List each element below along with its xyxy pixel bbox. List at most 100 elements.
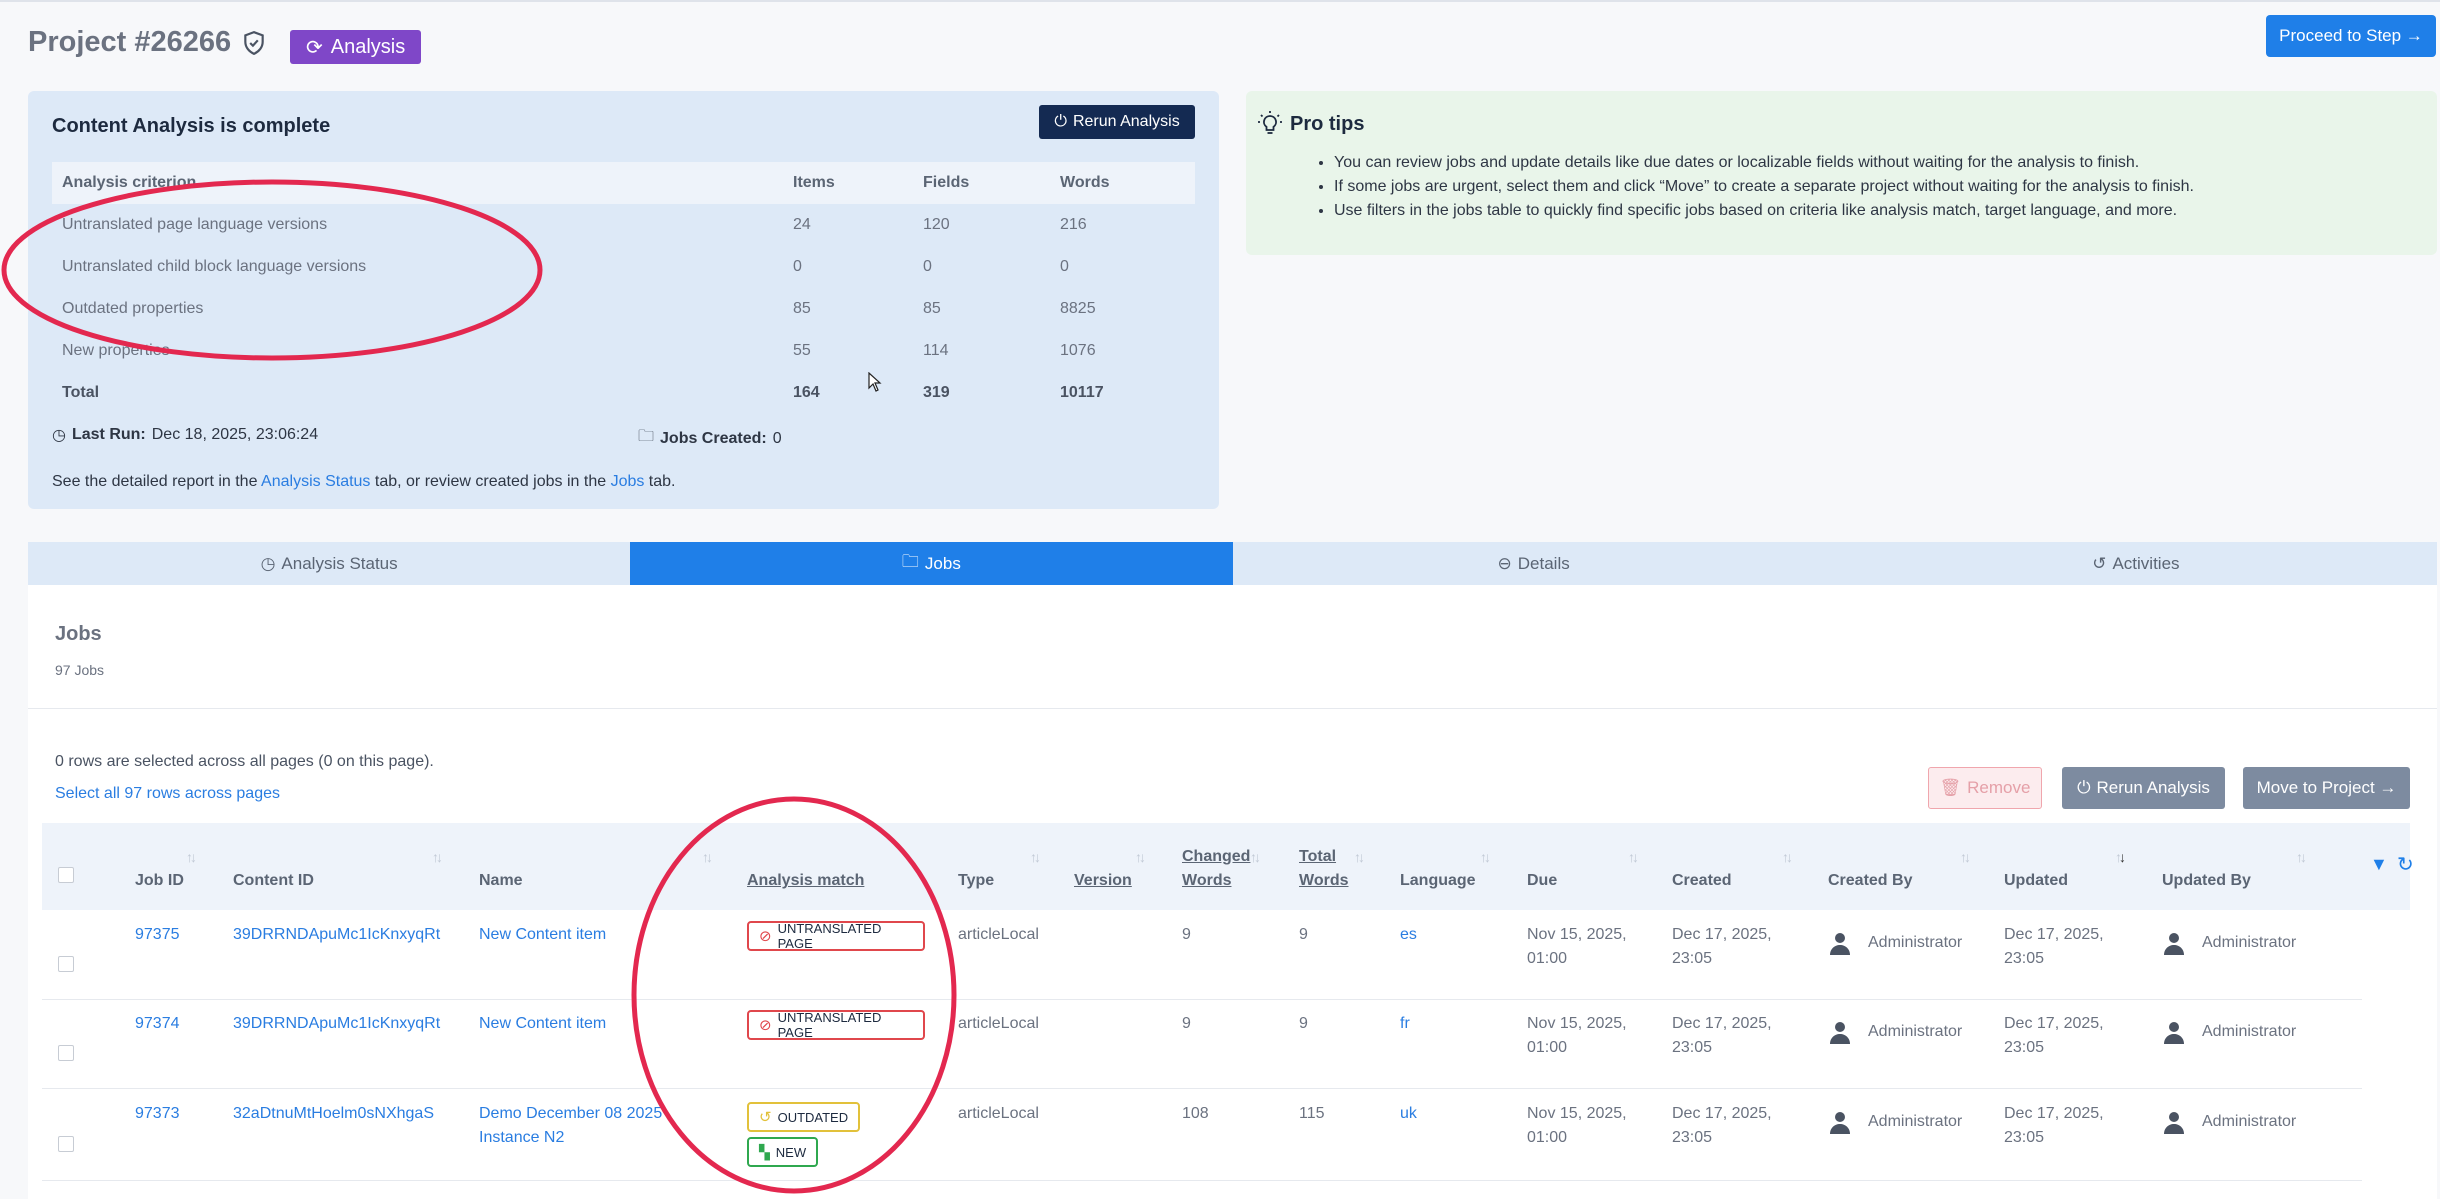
move-to-project-button[interactable]: Move to Project →	[2243, 767, 2410, 809]
updated-by-cell: Administrator	[2162, 1020, 2296, 1044]
sort-icon[interactable]: ↑↓	[1135, 849, 1146, 865]
table-row[interactable]: 97373 32aDtnuMtHoelm0sNXhgaS Demo Decemb…	[42, 1089, 2362, 1181]
user-icon	[2164, 1112, 2184, 1134]
analysis-criteria-table: Analysis criterion Items Fields Words Un…	[52, 162, 1195, 414]
jobs-count: 97 Jobs	[55, 662, 105, 678]
power-icon: ⏻	[2077, 778, 2091, 797]
sort-desc-icon[interactable]: ↑↓	[2115, 849, 2126, 865]
remove-label: Remove	[1967, 778, 2031, 797]
row-checkbox[interactable]	[58, 956, 74, 972]
tab-analysis-status[interactable]: ◷ Analysis Status	[28, 542, 630, 585]
updated-cell: Dec 17, 2025, 23:05	[2004, 1102, 2104, 1150]
sort-icon[interactable]: ↑↓	[1782, 849, 1793, 865]
language-link[interactable]: es	[1400, 923, 1417, 947]
sort-icon[interactable]: ↑↓	[702, 849, 713, 865]
selection-info: 0 rows are selected across all pages (0 …	[55, 753, 434, 770]
created-time: 23:05	[1672, 950, 1713, 967]
analysis-status-link[interactable]: Analysis Status	[261, 473, 370, 490]
fields-cell: 114	[923, 342, 949, 359]
col-changed-words[interactable]: Changed Words	[1182, 845, 1250, 893]
sort-icon[interactable]: ↑↓	[1628, 849, 1639, 865]
col-language[interactable]: Language	[1400, 869, 1476, 893]
col-version[interactable]: Version	[1074, 869, 1132, 893]
rerun-analysis-jobs-button[interactable]: ⏻ Rerun Analysis	[2062, 767, 2225, 809]
due-time: 01:00	[1527, 1129, 1568, 1146]
jobs-created-info: 🗀 Jobs Created: 0	[638, 425, 782, 452]
col-created-by[interactable]: Created By	[1828, 869, 1912, 893]
criterion-cell: Untranslated page language versions	[62, 216, 328, 233]
job-id-link[interactable]: 97374	[135, 1012, 180, 1036]
col-total-words[interactable]: Total Words	[1299, 845, 1348, 893]
table-row[interactable]: 97374 39DRRNDApuMc1IcKnxyqRt New Content…	[42, 1000, 2362, 1089]
remove-button[interactable]: 🗑 Remove	[1928, 767, 2042, 809]
col-type[interactable]: Type	[958, 869, 994, 893]
content-id-link[interactable]: 39DRRNDApuMc1IcKnxyqRt	[233, 923, 440, 947]
tab-jobs[interactable]: 🗀 Jobs	[630, 542, 1233, 585]
changed-words-cell: 9	[1182, 1015, 1191, 1032]
criterion-cell: Outdated properties	[62, 300, 204, 317]
language-link[interactable]: uk	[1400, 1102, 1417, 1126]
status-badge-label: Analysis	[330, 35, 406, 58]
tip-item: Use filters in the jobs table to quickly…	[1334, 199, 2194, 223]
select-all-checkbox[interactable]	[58, 867, 74, 883]
sort-icon[interactable]: ↑↓	[1354, 849, 1365, 865]
jobs-link[interactable]: Jobs	[611, 473, 645, 490]
col-job-id[interactable]: Job ID	[135, 869, 184, 893]
type-cell: articleLocal	[958, 1015, 1039, 1032]
col-changed-words-line2: Words	[1182, 872, 1232, 889]
jobs-title: Jobs	[55, 623, 102, 645]
col-updated[interactable]: Updated	[2004, 869, 2068, 893]
job-name-link[interactable]: Demo December 08 2025 Instance N2	[479, 1102, 662, 1150]
job-id-link[interactable]: 97375	[135, 923, 180, 947]
sort-icon[interactable]: ↑↓	[1960, 849, 1971, 865]
pro-tips-card: Pro tips You can review jobs and update …	[1246, 91, 2437, 255]
user-icon	[1830, 1022, 1850, 1044]
row-checkbox[interactable]	[58, 1045, 74, 1061]
select-all-link[interactable]: Select all 97 rows across pages	[55, 785, 280, 803]
content-id-link[interactable]: 32aDtnuMtHoelm0sNXhgaS	[233, 1102, 434, 1126]
fields-cell: 319	[923, 384, 950, 401]
job-name-line2: Instance N2	[479, 1129, 565, 1146]
due-time: 01:00	[1527, 950, 1568, 967]
col-analysis-match[interactable]: Analysis match	[747, 869, 864, 893]
proceed-to-step-button[interactable]: Proceed to Step →	[2266, 15, 2436, 57]
job-name-link[interactable]: New Content item	[479, 1012, 606, 1036]
col-due[interactable]: Due	[1527, 869, 1557, 893]
tip-item: If some jobs are urgent, select them and…	[1334, 175, 2194, 199]
briefcase-icon: 🗀	[901, 552, 919, 571]
tab-label: Details	[1517, 553, 1570, 573]
fields-cell: 120	[923, 216, 950, 233]
table-row[interactable]: 97375 39DRRNDApuMc1IcKnxyqRt New Content…	[42, 911, 2362, 1000]
clock-icon: ◷	[52, 427, 66, 444]
filter-icon[interactable]: ▼	[2370, 854, 2388, 875]
criteria-row: Outdated properties 85 85 8825	[52, 288, 1195, 330]
col-created[interactable]: Created	[1672, 869, 1732, 893]
sort-icon[interactable]: ↑↓	[2296, 849, 2307, 865]
words-cell: 1076	[1060, 342, 1096, 359]
job-id-link[interactable]: 97373	[135, 1102, 180, 1126]
words-cell: 0	[1060, 258, 1069, 275]
language-link[interactable]: fr	[1400, 1012, 1410, 1036]
sort-icon[interactable]: ↑↓	[1250, 849, 1261, 865]
untranslated-page-tag: ⊘ UNTRANSLATED PAGE	[747, 921, 925, 951]
sort-icon[interactable]: ↑↓	[186, 849, 197, 865]
words-cell: 8825	[1060, 300, 1096, 317]
refresh-icon[interactable]: ↻	[2397, 852, 2414, 877]
shapes-icon: ▚	[759, 1143, 770, 1160]
sort-icon[interactable]: ↑↓	[1030, 849, 1041, 865]
move-label: Move to Project →	[2256, 778, 2397, 797]
col-name[interactable]: Name	[479, 869, 523, 893]
col-content-id[interactable]: Content ID	[233, 869, 314, 893]
sort-icon[interactable]: ↑↓	[432, 849, 443, 865]
tab-label: Activities	[2112, 553, 2180, 573]
content-id-link[interactable]: 39DRRNDApuMc1IcKnxyqRt	[233, 1012, 440, 1036]
tab-details[interactable]: ⊖ Details	[1233, 542, 1835, 585]
tab-activities[interactable]: ↺ Activities	[1835, 542, 2437, 585]
sort-icon[interactable]: ↑↓	[1480, 849, 1491, 865]
col-updated-by[interactable]: Updated By	[2162, 869, 2251, 893]
rerun-analysis-button[interactable]: ⏻ Rerun Analysis	[1039, 105, 1195, 139]
row-checkbox[interactable]	[58, 1136, 74, 1152]
outdated-tag: ↺ OUTDATED	[747, 1102, 861, 1132]
job-name-link[interactable]: New Content item	[479, 923, 606, 947]
updated-by-cell: Administrator	[2162, 1110, 2296, 1134]
